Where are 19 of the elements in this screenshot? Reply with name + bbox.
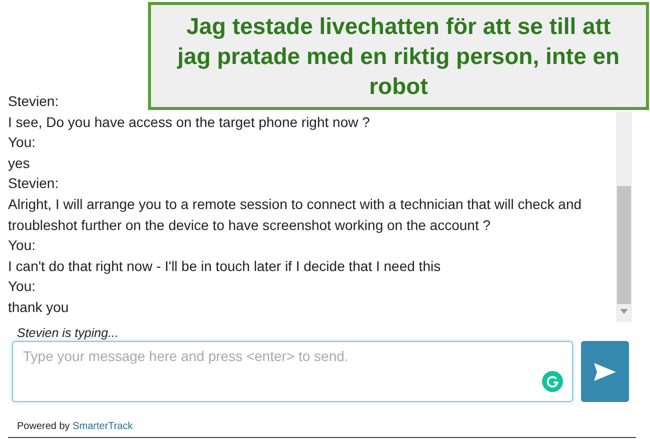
message-field[interactable]: Type your message here and press <enter> to send.	[12, 341, 573, 402]
message-text: I can't do that right now - I'll be in touch later if I decide that I need this	[8, 256, 442, 276]
sender-name: You:	[8, 277, 37, 296]
powered-by-label: Powered by	[17, 421, 70, 432]
smartertrack-link[interactable]: SmarterTrack	[72, 421, 133, 432]
send-button[interactable]	[581, 341, 629, 402]
message-text: I see, Do you have access on the target phone right now ?	[8, 112, 371, 132]
message-text: yes	[8, 154, 31, 173]
message-text: thank you	[8, 298, 70, 317]
sender-name: Stevien:	[8, 174, 60, 194]
scrollbar[interactable]	[616, 112, 632, 322]
sender-name: Stevien:	[8, 92, 60, 111]
grammarly-icon[interactable]	[542, 371, 563, 392]
message-text: Alright, I will arrange you to a remote session to connect with a technician that will check and troubleshot further on the device to have screenshot working on the account ?	[8, 194, 583, 235]
annotation-callout: Jag testade livechatten för att se till att jag pratade med en riktig person, inte en robot	[148, 2, 649, 110]
sender-name: You:	[8, 236, 37, 256]
typing-indicator: Stevien is typing...	[16, 325, 120, 341]
sender-name: You:	[8, 133, 37, 152]
send-icon	[594, 362, 616, 380]
